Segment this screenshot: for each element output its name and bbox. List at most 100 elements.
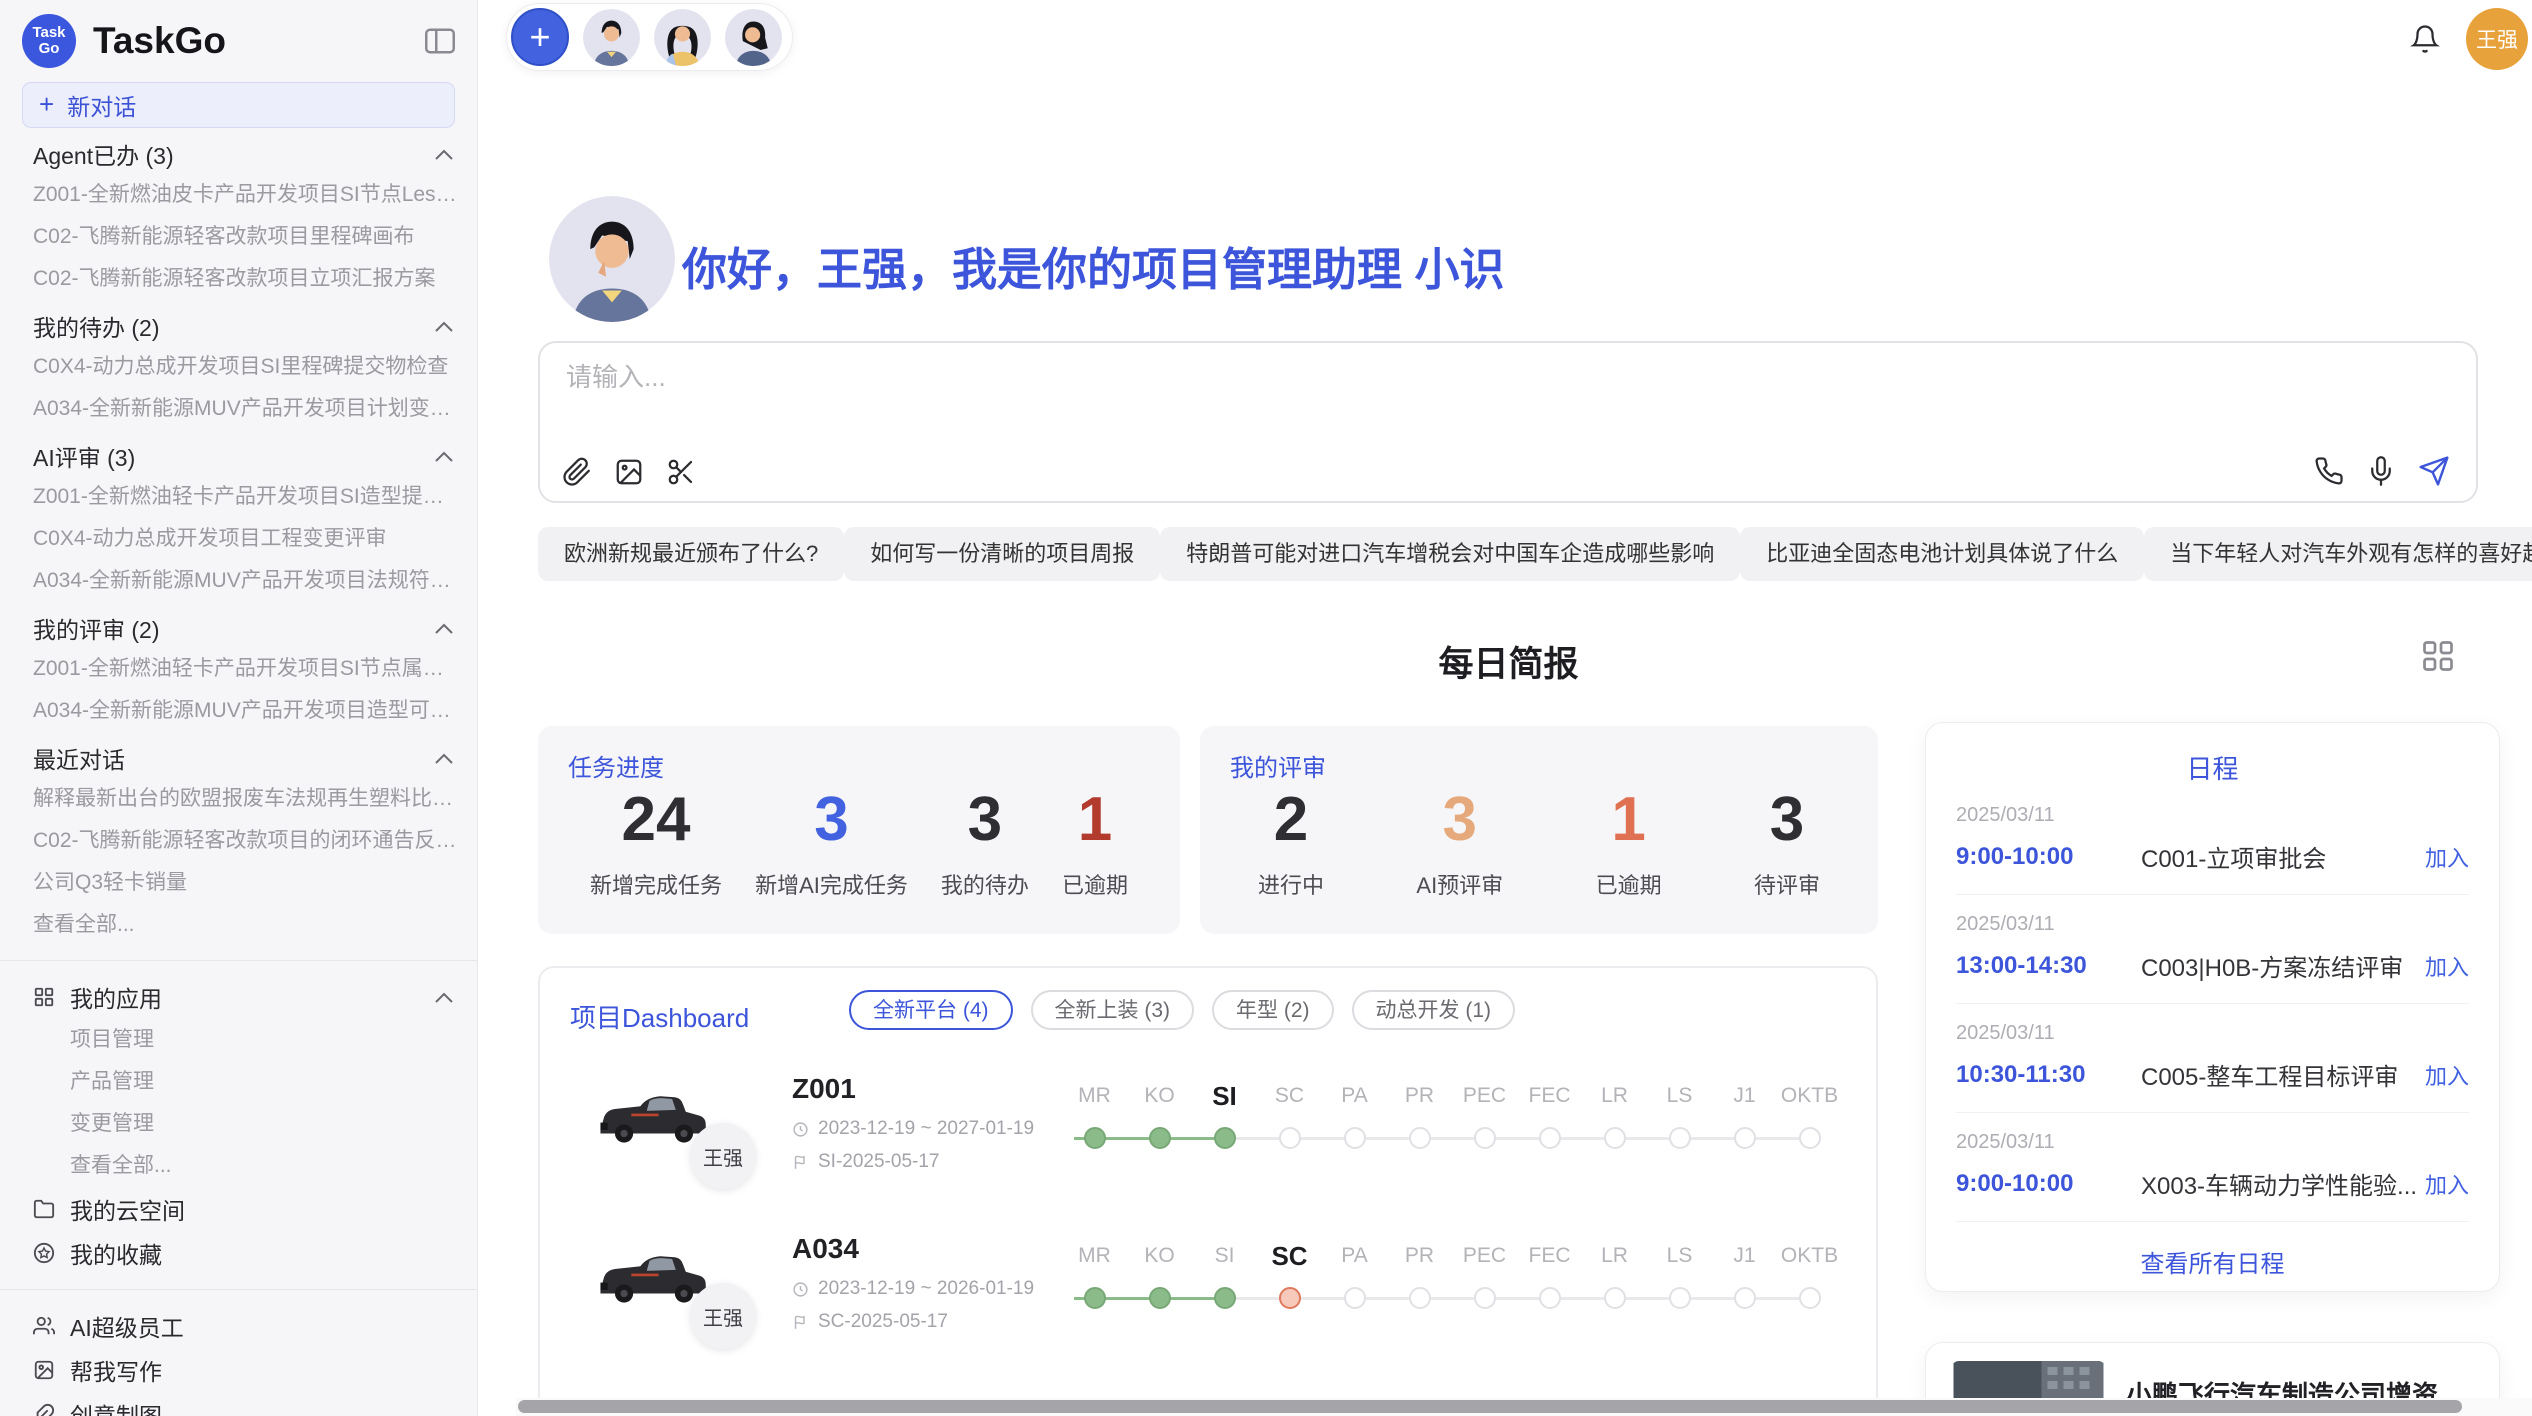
date-range: 2023-12-19 ~ 2026-01-19	[818, 1278, 1034, 1300]
topbar-actions: 王强	[2410, 8, 2528, 70]
microphone-icon[interactable]	[2366, 456, 2396, 486]
team-member-avatar[interactable]	[725, 9, 782, 66]
project-flag: SC-2025-05-17	[792, 1311, 1034, 1333]
tab-powertrain[interactable]: 动总开发 (1)	[1352, 990, 1516, 1030]
new-chat-button[interactable]: + 新对话	[22, 82, 455, 128]
stat-label: AI预评审	[1416, 868, 1503, 900]
list-item[interactable]: 公司Q3轻卡销量	[0, 862, 477, 904]
list-item[interactable]: C0X4-动力总成开发项目SI里程碑提交物检查	[0, 346, 477, 388]
milestone-label: LS	[1647, 1081, 1712, 1115]
list-item[interactable]: C02-飞腾新能源轻客改款项目立项汇报方案	[0, 258, 477, 300]
team-member-avatar[interactable]	[654, 9, 711, 66]
milestone-dot-pending	[1474, 1127, 1496, 1149]
user-avatar[interactable]: 王强	[2466, 8, 2528, 70]
project-row[interactable]: 王强 Z001 2023-12-19 ~ 2027-01-19 SI-2025-…	[540, 1063, 1876, 1223]
join-button[interactable]: 加入	[2425, 841, 2469, 873]
send-icon[interactable]	[2418, 455, 2450, 487]
milestone-dot-pending	[1474, 1287, 1496, 1309]
milestone-label: FEC	[1517, 1081, 1582, 1115]
schedule-card: 日程 2025/03/11 9:00-10:00 C001-立项审批会 加入 2…	[1925, 722, 2500, 1292]
tab-new-platform[interactable]: 全新平台 (4)	[849, 990, 1013, 1030]
suggestion-chip[interactable]: 特朗普可能对进口汽车增税会对中国车企造成哪些影响	[1160, 527, 1740, 581]
layout-grid-icon[interactable]	[2420, 638, 2456, 674]
list-item[interactable]: C02-飞腾新能源轻客改款项目的闭环通告反馈情况	[0, 820, 477, 862]
team-member-avatar[interactable]	[583, 9, 640, 66]
stats-row: 2 进行中 3 AI预评审 1 已逾期 3 待评审	[1200, 784, 1878, 900]
project-code: Z001	[792, 1071, 1034, 1107]
milestone-label: PEC	[1452, 1081, 1517, 1115]
join-button[interactable]: 加入	[2425, 1059, 2469, 1091]
stat: 1 已逾期	[1062, 784, 1128, 900]
tab-year-model[interactable]: 年型 (2)	[1212, 990, 1334, 1030]
milestone-dot-done	[1149, 1127, 1171, 1149]
stat-value: 3	[1416, 784, 1503, 856]
section-header[interactable]: 最近对话	[0, 738, 477, 778]
sidebar-item-my-apps[interactable]: 我的应用	[0, 975, 477, 1019]
phone-icon[interactable]	[2314, 456, 2344, 486]
sidebar-item-help-write[interactable]: 帮我写作	[0, 1348, 477, 1392]
sidebar-item-ai-employee[interactable]: AI超级员工	[0, 1304, 477, 1348]
list-item[interactable]: 解释最新出台的欧盟报废车法规再生塑料比例被调至15%...	[0, 778, 477, 820]
project-row[interactable]: 王强 A034 2023-12-19 ~ 2026-01-19 SC-2025-…	[540, 1223, 1876, 1383]
suggestion-chip[interactable]: 比亚迪全固态电池计划具体说了什么	[1740, 527, 2144, 581]
list-item[interactable]: A034-全新新能源MUV产品开发项目造型可行性评审	[0, 690, 477, 732]
schedule-item: 2025/03/11 9:00-10:00 C001-立项审批会 加入	[1956, 786, 2469, 895]
milestone-label: MR	[1062, 1081, 1127, 1115]
milestone-dot-pending	[1539, 1127, 1561, 1149]
join-button[interactable]: 加入	[2425, 1168, 2469, 1200]
clock-icon	[792, 1281, 809, 1298]
add-member-button[interactable]: +	[511, 8, 569, 66]
milestone-dot-pending	[1604, 1287, 1626, 1309]
section-header[interactable]: Agent已办 (3)	[0, 134, 477, 174]
join-button[interactable]: 加入	[2425, 950, 2469, 982]
suggestion-chip[interactable]: 欧洲新规最近颁布了什么?	[538, 527, 844, 581]
horizontal-scrollbar-thumb[interactable]	[518, 1400, 2462, 1413]
view-all-apps-link[interactable]: 查看全部...	[0, 1145, 477, 1187]
composer-attachments	[562, 457, 696, 487]
stat-label: 已逾期	[1596, 868, 1662, 900]
milestone-dot-pending	[1409, 1287, 1431, 1309]
milestone-dot-pending	[1409, 1127, 1431, 1149]
paperclip-icon[interactable]	[562, 457, 592, 487]
section-header[interactable]: AI评审 (3)	[0, 436, 477, 476]
sidebar-item-favorites[interactable]: 我的收藏	[0, 1231, 477, 1275]
milestone-track: MR KO SI SC PA PR PEC FEC LR LS J1 OKTB	[1062, 1081, 1842, 1163]
milestone-label: KO	[1127, 1241, 1192, 1275]
milestone-label: MR	[1062, 1241, 1127, 1275]
image-icon[interactable]	[614, 457, 644, 487]
schedule-item: 2025/03/11 13:00-14:30 C003|H0B-方案冻结评审 加…	[1956, 895, 2469, 1004]
list-item[interactable]: A034-全新新能源MUV产品开发项目计划变更表编写	[0, 388, 477, 430]
list-item[interactable]: Z001-全新燃油皮卡产品开发项目SI节点Lesson Learn报告	[0, 174, 477, 216]
list-item[interactable]: C0X4-动力总成开发项目工程变更评审	[0, 518, 477, 560]
list-item[interactable]: C02-飞腾新能源轻客改款项目里程碑画布	[0, 216, 477, 258]
view-all-chats-link[interactable]: 查看全部...	[0, 904, 477, 946]
schedule-event-title: C001-立项审批会	[2141, 839, 2425, 874]
project-info: Z001 2023-12-19 ~ 2027-01-19 SI-2025-05-…	[792, 1071, 1034, 1173]
list-item[interactable]: A034-全新新能源MUV产品开发项目法规符合性评审	[0, 560, 477, 602]
milestone-dots	[1062, 1277, 1842, 1323]
list-item[interactable]: Z001-全新燃油轻卡产品开发项目SI造型提交物评审	[0, 476, 477, 518]
section-header[interactable]: 我的评审 (2)	[0, 608, 477, 648]
scissors-icon[interactable]	[666, 457, 696, 487]
sidebar-item-creative-draw[interactable]: 创意制图	[0, 1392, 477, 1416]
sidebar-item-change-mgmt[interactable]: 变更管理	[0, 1103, 477, 1145]
list-item[interactable]: Z001-全新燃油轻卡产品开发项目SI节点属性5D文件评审	[0, 648, 477, 690]
suggestion-chip[interactable]: 如何写一份清晰的项目周报	[844, 527, 1160, 581]
milestone-dot-pending	[1799, 1127, 1821, 1149]
section-header[interactable]: 我的待办 (2)	[0, 306, 477, 346]
notification-bell-icon[interactable]	[2410, 24, 2440, 54]
view-all-schedule-link[interactable]: 查看所有日程	[1926, 1244, 2499, 1279]
collapse-sidebar-icon[interactable]	[425, 27, 455, 55]
tab-new-body[interactable]: 全新上装 (3)	[1031, 990, 1195, 1030]
card-title: 我的评审	[1230, 748, 1326, 783]
sidebar-item-project-mgmt[interactable]: 项目管理	[0, 1019, 477, 1061]
sidebar-item-label: 创意制图	[70, 1397, 453, 1416]
suggestion-chip[interactable]: 当下年轻人对汽车外观有怎样的喜好趋势	[2144, 527, 2532, 581]
clock-icon	[792, 1121, 809, 1138]
sidebar-item-cloud-space[interactable]: 我的云空间	[0, 1187, 477, 1231]
section-my-review: 我的评审 (2) Z001-全新燃油轻卡产品开发项目SI节点属性5D文件评审 A…	[0, 608, 477, 732]
chat-input[interactable]	[564, 361, 2068, 394]
task-progress-card: 任务进度 24 新增完成任务 3 新增AI完成任务 3 我的待办 1 已逾期	[538, 726, 1180, 934]
sidebar-item-product-mgmt[interactable]: 产品管理	[0, 1061, 477, 1103]
milestone-dot-done	[1214, 1127, 1236, 1149]
